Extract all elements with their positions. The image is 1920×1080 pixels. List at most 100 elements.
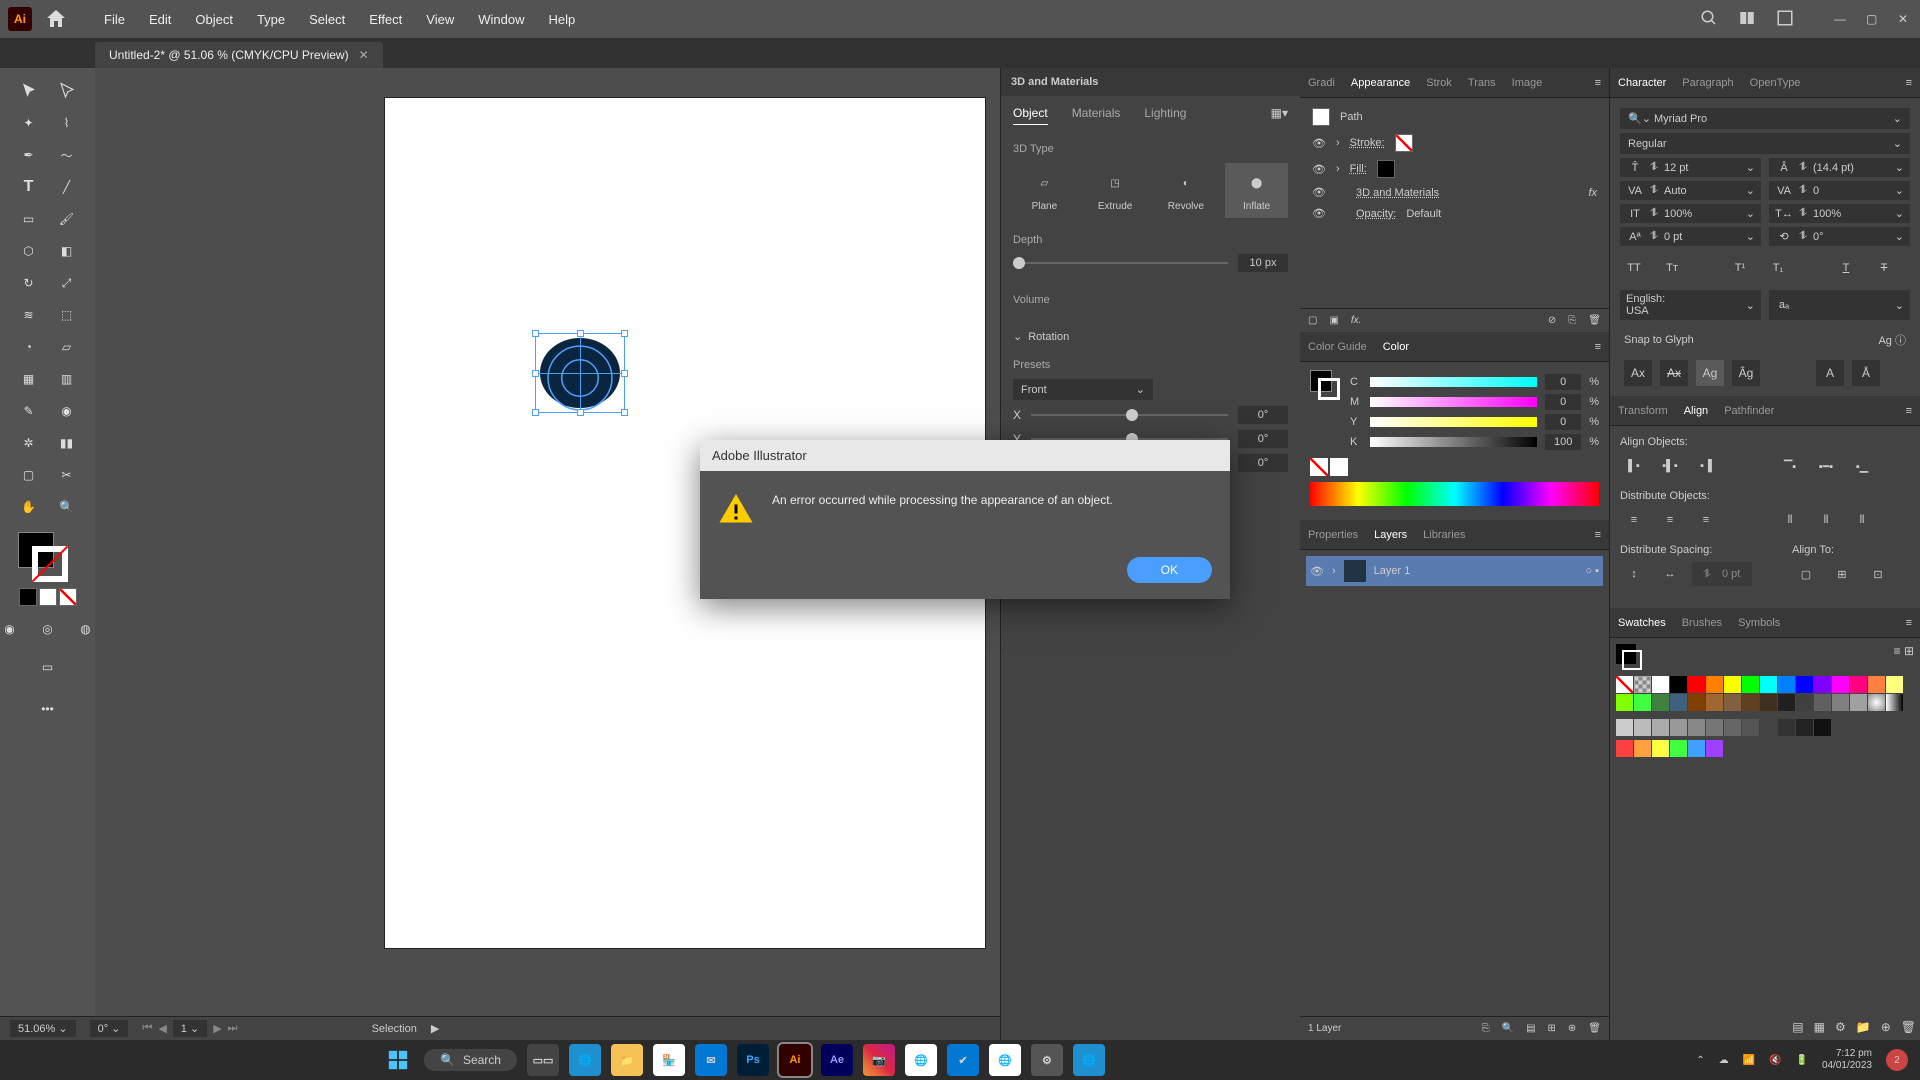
- swatch[interactable]: [1688, 740, 1705, 757]
- symbol-sprayer-tool[interactable]: ✲: [11, 428, 47, 458]
- snap-info-icon[interactable]: ⓘ: [1895, 335, 1906, 347]
- dist-hcenter[interactable]: ⦀: [1812, 508, 1840, 532]
- panel-menu-icon[interactable]: ≡: [1595, 77, 1601, 89]
- swatch-options-icon[interactable]: ⚙: [1835, 1020, 1846, 1034]
- swatch[interactable]: [1652, 676, 1669, 693]
- visibility-toggle[interactable]: 👁: [1312, 163, 1326, 176]
- swatch[interactable]: [1670, 719, 1687, 736]
- type-inflate[interactable]: ⬤Inflate: [1225, 163, 1288, 218]
- delete-icon[interactable]: 🗑: [1588, 315, 1601, 326]
- mesh-tool[interactable]: ▦: [11, 364, 47, 394]
- swatch[interactable]: [1616, 694, 1633, 711]
- menu-type[interactable]: Type: [245, 12, 297, 27]
- type-revolve[interactable]: ◐Revolve: [1155, 163, 1218, 218]
- tray-volume-icon[interactable]: 🔇: [1769, 1055, 1781, 1066]
- panel-menu-icon[interactable]: ≡: [1595, 529, 1601, 541]
- page-number[interactable]: 1 ⌄: [173, 1020, 207, 1037]
- sublayer-icon[interactable]: ⊞: [1548, 1023, 1556, 1034]
- tray-chevron-icon[interactable]: ⌃: [1696, 1055, 1704, 1066]
- tab-lighting[interactable]: Lighting: [1144, 106, 1186, 125]
- none-mode-swatch[interactable]: [59, 588, 77, 606]
- app-explorer[interactable]: 📁: [611, 1044, 643, 1076]
- app-edge[interactable]: 🌐: [569, 1044, 601, 1076]
- tab-stroke[interactable]: Strok: [1426, 77, 1452, 89]
- delete-swatch-icon[interactable]: 🗑: [1901, 1020, 1916, 1034]
- language-select[interactable]: English: USA⌄: [1620, 290, 1761, 320]
- swatch[interactable]: [1724, 676, 1741, 693]
- swatch[interactable]: [1706, 719, 1723, 736]
- swatch[interactable]: [1796, 719, 1813, 736]
- swatch[interactable]: [1688, 694, 1705, 711]
- gradient-mode-swatch[interactable]: [39, 588, 57, 606]
- tray-wifi-icon[interactable]: 📶: [1743, 1055, 1755, 1066]
- align-to-selection[interactable]: ⊞: [1828, 562, 1856, 586]
- type-plane[interactable]: ▱Plane: [1013, 163, 1076, 218]
- c-slider[interactable]: [1370, 377, 1537, 387]
- swatch[interactable]: [1814, 676, 1831, 693]
- swatch[interactable]: [1760, 694, 1777, 711]
- swatch[interactable]: [1832, 694, 1849, 711]
- draw-behind[interactable]: ◎: [30, 614, 66, 644]
- swatch[interactable]: [1796, 694, 1813, 711]
- glyph-ax2[interactable]: Ax: [1660, 360, 1688, 386]
- direct-selection-tool[interactable]: [49, 76, 85, 106]
- subscript-icon[interactable]: T₁: [1768, 258, 1788, 278]
- selection-tool[interactable]: [11, 76, 47, 106]
- page-last[interactable]: ⏭: [228, 1022, 238, 1035]
- swatch[interactable]: [1706, 676, 1723, 693]
- swatch[interactable]: [1886, 676, 1903, 693]
- type-tool[interactable]: T: [11, 172, 47, 202]
- m-slider[interactable]: [1370, 397, 1537, 407]
- app-aftereffects[interactable]: Ae: [821, 1044, 853, 1076]
- glyph-a2[interactable]: Å: [1852, 360, 1880, 386]
- font-size[interactable]: T̂⥮12 pt⌄: [1620, 158, 1761, 177]
- add-effect-icon[interactable]: fx.: [1351, 315, 1362, 326]
- eraser-tool[interactable]: ◧: [49, 236, 85, 266]
- layer-expand-icon[interactable]: ›: [1332, 565, 1336, 577]
- start-button[interactable]: [382, 1044, 414, 1076]
- menu-object[interactable]: Object: [183, 12, 245, 27]
- y-value[interactable]: 0°: [1238, 430, 1288, 448]
- k-slider[interactable]: [1370, 437, 1537, 447]
- app-mail[interactable]: ✉: [695, 1044, 727, 1076]
- line-tool[interactable]: ╱: [49, 172, 85, 202]
- duplicate-icon[interactable]: ⎘: [1568, 315, 1576, 326]
- swatch[interactable]: [1634, 740, 1651, 757]
- menu-view[interactable]: View: [414, 12, 466, 27]
- width-tool[interactable]: ≋: [11, 300, 47, 330]
- tab-opentype[interactable]: OpenType: [1750, 77, 1801, 89]
- minimize-button[interactable]: —: [1834, 12, 1848, 26]
- swatch-registration[interactable]: [1634, 676, 1651, 693]
- app-illustrator[interactable]: Ai: [779, 1044, 811, 1076]
- tab-gradient[interactable]: Gradi: [1308, 77, 1335, 89]
- align-right[interactable]: ▪▐: [1692, 454, 1720, 478]
- fill-stroke-indicator[interactable]: [18, 532, 78, 582]
- swatch[interactable]: [1670, 676, 1687, 693]
- app-edge2[interactable]: 🌐: [1073, 1044, 1105, 1076]
- char-rotation[interactable]: ⟲⥮0°⌄: [1769, 227, 1910, 246]
- small-caps-icon[interactable]: Tᴛ: [1662, 258, 1682, 278]
- app-photoshop[interactable]: Ps: [737, 1044, 769, 1076]
- superscript-icon[interactable]: T¹: [1730, 258, 1750, 278]
- layer-visibility-icon[interactable]: 👁: [1310, 565, 1324, 578]
- taskbar-search[interactable]: 🔍Search: [424, 1049, 517, 1071]
- type-extrude[interactable]: ◳Extrude: [1084, 163, 1147, 218]
- leading[interactable]: Â⥮(14.4 pt)⌄: [1769, 158, 1910, 177]
- align-to-artboard[interactable]: ▢: [1792, 562, 1820, 586]
- panel-menu-icon[interactable]: ≡: [1906, 405, 1912, 417]
- swatch[interactable]: [1652, 694, 1669, 711]
- tab-symbols[interactable]: Symbols: [1738, 617, 1780, 629]
- swatch[interactable]: [1850, 694, 1867, 711]
- tab-layers[interactable]: Layers: [1374, 529, 1407, 541]
- swatch[interactable]: [1670, 740, 1687, 757]
- swatch[interactable]: [1850, 676, 1867, 693]
- vertical-scale[interactable]: IT⥮100%⌄: [1620, 204, 1761, 223]
- tab-transform[interactable]: Transform: [1618, 405, 1668, 417]
- none-swatch[interactable]: [1310, 458, 1328, 476]
- zoom-level[interactable]: 51.06% ⌄: [10, 1020, 76, 1037]
- swatch-none[interactable]: [1616, 676, 1633, 693]
- tab-pathfinder[interactable]: Pathfinder: [1724, 405, 1774, 417]
- tab-character[interactable]: Character: [1618, 77, 1666, 89]
- eyedropper-tool[interactable]: ✎: [11, 396, 47, 426]
- tab-image[interactable]: Image: [1512, 77, 1543, 89]
